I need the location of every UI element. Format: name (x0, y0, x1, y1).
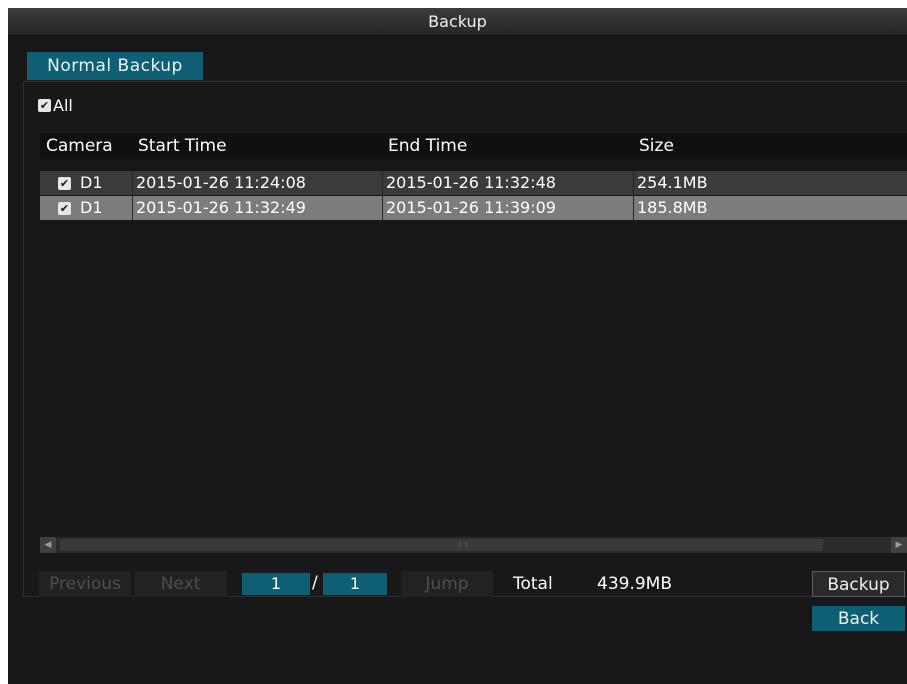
camera-cell: ✔ D1 (40, 196, 132, 220)
size-cell: 254.1MB (633, 171, 907, 195)
select-all-checkbox[interactable]: ✔ All (38, 95, 73, 115)
recording-table: Camera Start Time End Time Size ✔ D1 201… (40, 133, 907, 535)
column-header-end-time: End Time (388, 136, 468, 156)
grip-icon (459, 542, 467, 548)
checkmark-icon[interactable]: ✔ (58, 201, 71, 215)
camera-cell: ✔ D1 (40, 171, 132, 195)
column-header-size: Size (639, 136, 674, 156)
start-time-cell: 2015-01-26 11:32:49 (132, 196, 382, 220)
start-time-cell: 2015-01-26 11:24:08 (132, 171, 382, 195)
column-header-camera: Camera (46, 136, 113, 156)
table-header: Camera Start Time End Time Size (40, 133, 907, 159)
checkmark-icon[interactable]: ✔ (38, 98, 51, 112)
end-time-cell: 2015-01-26 11:39:09 (382, 196, 633, 220)
backup-window: Backup Normal Backup ✔ All Camera Start … (8, 8, 907, 684)
arrow-right-icon[interactable]: ▶ (891, 537, 907, 553)
total-size-value: 439.9MB (597, 574, 672, 594)
backup-button[interactable]: Backup (812, 571, 905, 597)
table-row[interactable]: ✔ D1 2015-01-26 11:24:08 2015-01-26 11:3… (40, 171, 907, 195)
current-page-input[interactable]: 1 (242, 573, 310, 595)
scrollbar-thumb[interactable] (60, 539, 823, 551)
previous-button[interactable]: Previous (39, 571, 131, 597)
next-button[interactable]: Next (134, 571, 227, 597)
window-title: Backup (8, 8, 907, 36)
checkmark-icon[interactable]: ✔ (58, 176, 71, 190)
horizontal-scrollbar[interactable]: ◀ ▶ (40, 537, 907, 553)
total-pages: 1 (323, 573, 387, 595)
select-all-label: All (53, 95, 73, 115)
total-label: Total (513, 574, 553, 594)
size-cell: 185.8MB (633, 196, 907, 220)
tab-normal-backup[interactable]: Normal Backup (27, 52, 203, 80)
camera-name: D1 (80, 173, 103, 192)
camera-name: D1 (80, 198, 103, 217)
end-time-cell: 2015-01-26 11:32:48 (382, 171, 633, 195)
column-header-start-time: Start Time (138, 136, 227, 156)
back-button[interactable]: Back (812, 606, 905, 631)
arrow-left-icon[interactable]: ◀ (40, 537, 56, 553)
jump-button[interactable]: Jump (401, 571, 493, 597)
page-separator: / (312, 573, 318, 593)
table-row[interactable]: ✔ D1 2015-01-26 11:32:49 2015-01-26 11:3… (40, 196, 907, 220)
